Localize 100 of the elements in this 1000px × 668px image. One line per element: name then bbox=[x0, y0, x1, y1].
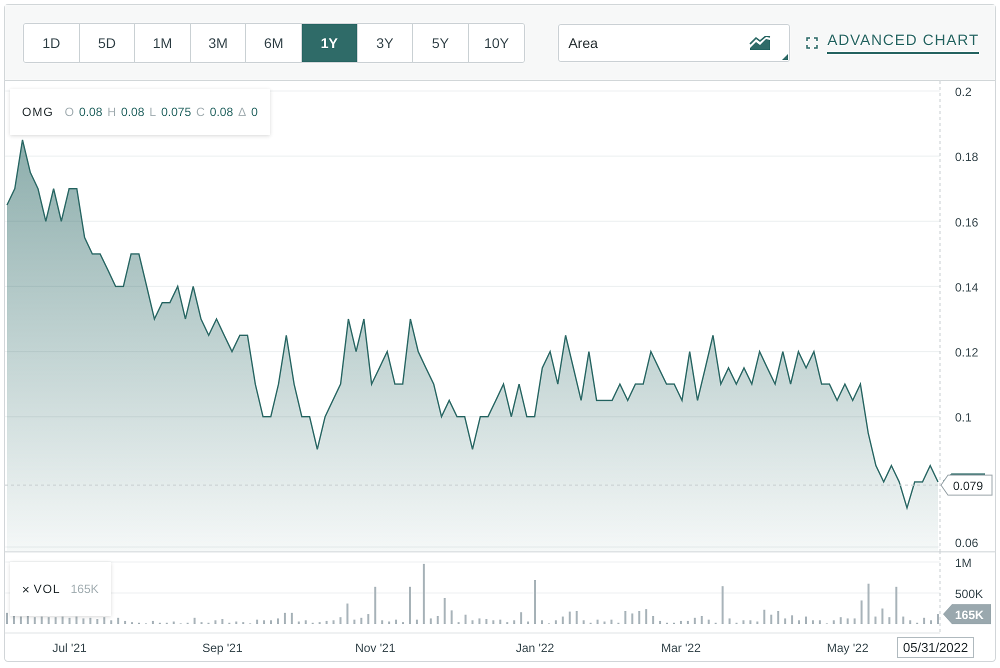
volume-label: VOL bbox=[34, 582, 61, 596]
volume-bar bbox=[96, 619, 98, 624]
range-tab[interactable]: 3Y bbox=[358, 24, 414, 62]
y-axis-label: 500K bbox=[955, 587, 984, 601]
volume-bar bbox=[812, 620, 814, 624]
volume-bar bbox=[374, 586, 376, 624]
x-axis-label: Jul '21 bbox=[52, 641, 87, 655]
volume-bar bbox=[436, 616, 439, 624]
y-axis-label: 0.16 bbox=[955, 215, 978, 230]
volume-bar bbox=[450, 610, 453, 624]
last-price-line bbox=[943, 473, 985, 483]
volume-bar bbox=[798, 620, 800, 624]
range-tab[interactable]: 10Y bbox=[468, 24, 524, 62]
volume-bar bbox=[756, 622, 758, 624]
range-tab[interactable]: 1M bbox=[135, 24, 191, 62]
volume-bar bbox=[492, 620, 494, 624]
volume-bar bbox=[124, 620, 126, 624]
volume-bar bbox=[464, 614, 467, 624]
volume-bar bbox=[854, 618, 856, 624]
volume-bar bbox=[881, 608, 884, 624]
volume-bar bbox=[596, 620, 599, 624]
range-tab[interactable]: 1D bbox=[24, 24, 80, 62]
ohlc-value: 0.08 bbox=[79, 105, 102, 119]
volume-bar bbox=[235, 622, 238, 624]
volume-bar bbox=[860, 600, 863, 624]
x-axis-label: Mar '22 bbox=[661, 641, 701, 655]
volume-bar bbox=[909, 620, 912, 624]
ticker-symbol: OMG bbox=[22, 105, 54, 119]
volume-bar bbox=[652, 616, 654, 624]
volume-bar bbox=[520, 612, 522, 624]
volume-bar bbox=[680, 620, 682, 624]
volume-bar bbox=[284, 612, 286, 624]
volume-tag: 165K bbox=[943, 604, 991, 624]
range-tab[interactable]: 3M bbox=[190, 24, 246, 62]
volume-bar bbox=[638, 610, 640, 624]
ohlc-label: O bbox=[64, 105, 74, 119]
area-chart-icon bbox=[749, 36, 772, 50]
volume-bar bbox=[263, 620, 266, 624]
volume-bar bbox=[360, 618, 362, 624]
volume-bar bbox=[353, 620, 356, 624]
volume-bar bbox=[784, 618, 786, 624]
volume-bar bbox=[395, 620, 398, 624]
volume-value: 165K bbox=[70, 582, 99, 596]
volume-bar bbox=[610, 620, 612, 624]
ohlc-value: 0.08 bbox=[210, 105, 234, 119]
ohlc-label: H bbox=[107, 105, 116, 119]
ohlc-value: 0.075 bbox=[161, 105, 192, 119]
ohlc-value: 0 bbox=[251, 105, 258, 119]
y-axis-label: 0.12 bbox=[955, 346, 978, 360]
volume-bar bbox=[62, 616, 64, 624]
chart-type-dropdown[interactable]: Area bbox=[558, 24, 790, 62]
y-axis-label: 1M bbox=[955, 556, 972, 570]
ohlc-label: C bbox=[196, 105, 205, 119]
last-price-tag: 0.079 bbox=[940, 474, 992, 496]
advanced-chart-link[interactable]: ADVANCED CHART bbox=[806, 32, 980, 54]
volume-bar bbox=[645, 609, 648, 624]
volume-bar bbox=[221, 619, 224, 624]
y-axis-label: 0.14 bbox=[955, 280, 978, 294]
volume-bar bbox=[290, 612, 293, 624]
x-axis-label: May '22 bbox=[826, 641, 868, 655]
volume-bar bbox=[576, 610, 578, 624]
volume-bar bbox=[48, 617, 50, 624]
volume-bar bbox=[54, 617, 57, 624]
ref-line-label: 0.079 bbox=[953, 479, 984, 494]
volume-bar bbox=[777, 610, 780, 624]
range-tab[interactable]: 5D bbox=[80, 24, 136, 62]
volume-bar bbox=[485, 619, 488, 624]
volume-bar bbox=[722, 586, 724, 624]
volume-bar bbox=[276, 618, 279, 624]
volume-bar bbox=[791, 615, 794, 624]
volume-bar bbox=[26, 616, 29, 624]
volume-bar bbox=[408, 586, 411, 624]
volume-bar bbox=[923, 618, 926, 624]
expand-icon bbox=[806, 36, 818, 48]
ohlc-label: L bbox=[149, 105, 156, 119]
y-axis-label: 0.1 bbox=[955, 410, 972, 425]
range-tab[interactable]: 5Y bbox=[413, 24, 469, 62]
volume-bar bbox=[895, 586, 898, 624]
volume-bar bbox=[346, 604, 348, 624]
volume-bar bbox=[82, 618, 84, 624]
volume-bar bbox=[422, 564, 425, 624]
volume-bar bbox=[554, 620, 557, 624]
crosshair-date: 05/31/2022 bbox=[897, 637, 974, 658]
volume-bar bbox=[381, 620, 384, 624]
volume-bar bbox=[540, 620, 543, 624]
volume-bar bbox=[304, 620, 307, 624]
volume-bar bbox=[888, 617, 890, 624]
close-button[interactable]: × bbox=[22, 582, 30, 596]
volume-bar bbox=[332, 620, 335, 624]
volume-bar bbox=[818, 620, 821, 624]
volume-bar bbox=[270, 620, 272, 624]
volume-bar bbox=[868, 584, 870, 624]
range-tab[interactable]: 1Y bbox=[302, 24, 358, 62]
volume-bar bbox=[874, 616, 876, 624]
ohlc-value: 0.08 bbox=[121, 105, 144, 119]
volume-bar bbox=[568, 612, 571, 624]
volume-bar bbox=[444, 598, 446, 624]
volume-bar bbox=[388, 622, 390, 624]
range-tab[interactable]: 6M bbox=[246, 24, 302, 62]
volume-bar bbox=[770, 614, 772, 624]
